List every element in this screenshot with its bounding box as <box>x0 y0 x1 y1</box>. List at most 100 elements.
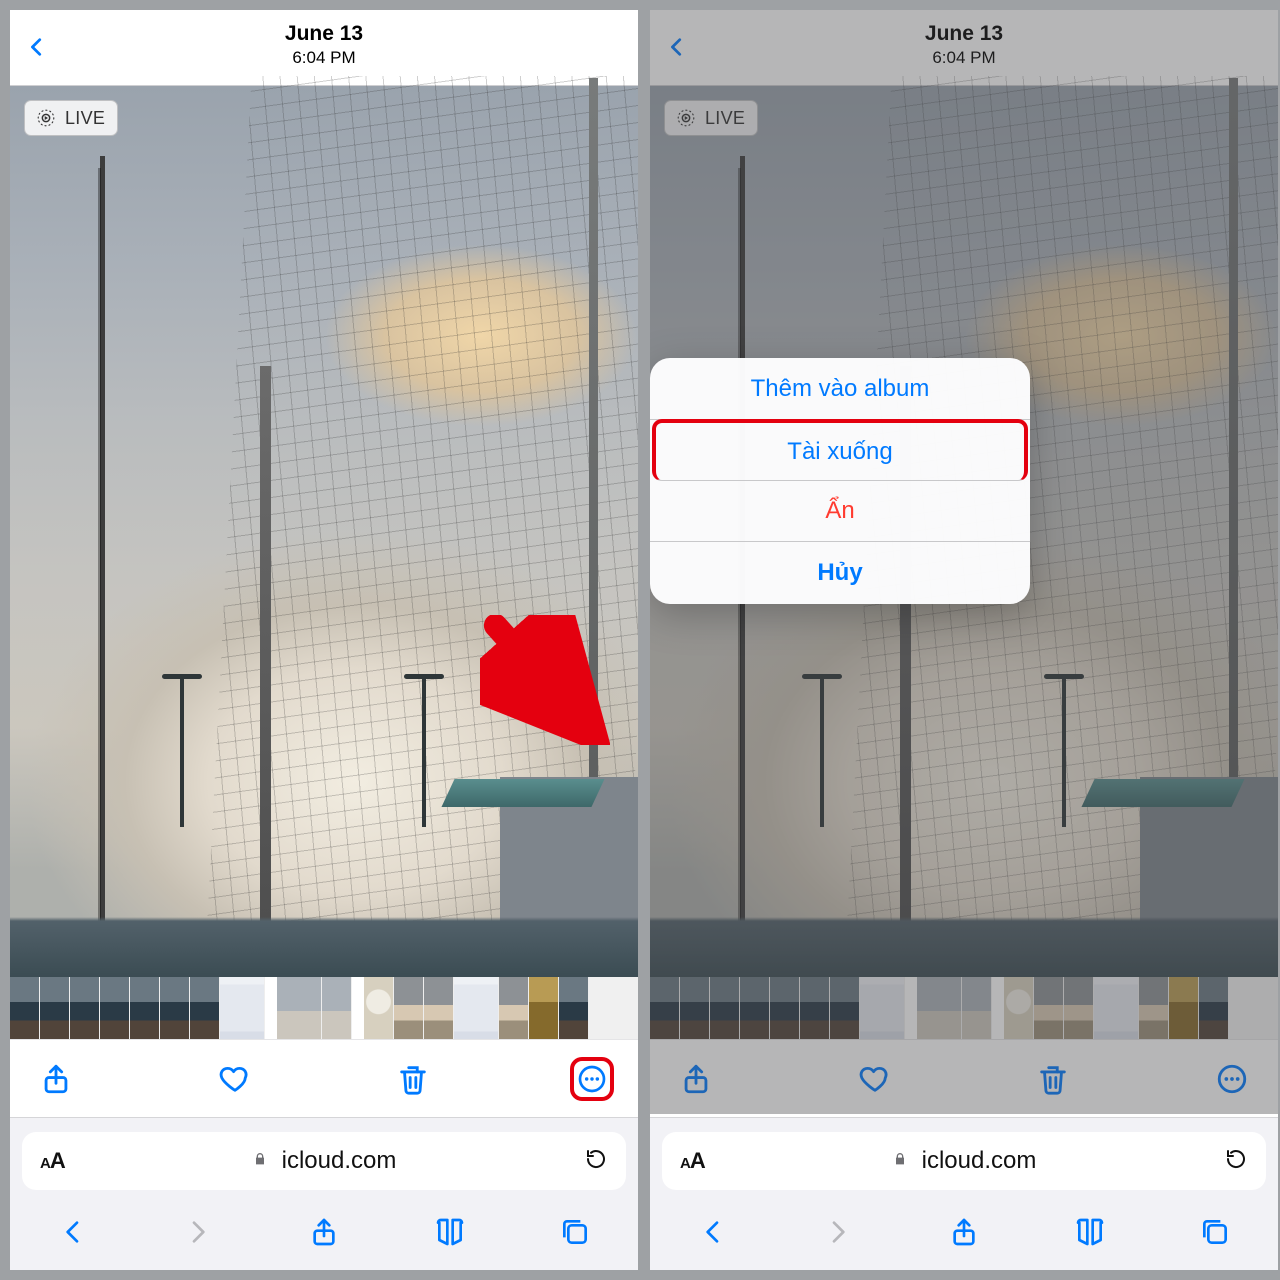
thumbnail[interactable] <box>830 977 860 1039</box>
safari-bookmarks-button[interactable] <box>1065 1212 1115 1252</box>
more-icon <box>576 1062 608 1096</box>
url-host: icloud.com <box>282 1147 397 1175</box>
thumbnail[interactable] <box>499 977 529 1039</box>
safari-tabs-icon <box>559 1216 591 1248</box>
sheet-hide[interactable]: Ẩn <box>650 480 1030 542</box>
photo-content <box>10 86 638 977</box>
screenshot-left: June 13 6:04 PM LIVE <box>10 10 638 1270</box>
thumbnail[interactable] <box>962 977 992 1039</box>
live-photo-badge[interactable]: LIVE <box>24 100 118 136</box>
thumbnail[interactable] <box>1034 977 1064 1039</box>
safari-share-button[interactable] <box>939 1212 989 1252</box>
photo-viewport[interactable]: LIVE <box>10 86 638 977</box>
more-button[interactable] <box>1210 1057 1254 1101</box>
sheet-add-to-album[interactable]: Thêm vào album <box>650 358 1030 420</box>
thumbnail[interactable] <box>1139 977 1169 1039</box>
thumbnail-current[interactable] <box>277 977 322 1039</box>
thumbnail[interactable] <box>424 977 454 1039</box>
photo-viewer-header: June 13 6:04 PM <box>10 10 638 86</box>
thumbnail[interactable] <box>10 977 40 1039</box>
favorite-button[interactable] <box>213 1057 257 1101</box>
back-button[interactable] <box>18 20 56 81</box>
safari-back-icon <box>57 1216 89 1248</box>
thumbnail[interactable] <box>1199 977 1229 1039</box>
thumbnail[interactable] <box>1064 977 1094 1039</box>
thumbnail[interactable] <box>770 977 800 1039</box>
safari-address-bar[interactable]: AA icloud.com <box>22 1132 626 1190</box>
favorite-button[interactable] <box>853 1057 897 1101</box>
safari-tabs-button[interactable] <box>550 1212 600 1252</box>
live-badge-label: LIVE <box>705 108 745 129</box>
safari-bookmarks-icon <box>434 1216 466 1248</box>
thumbnail[interactable] <box>130 977 160 1039</box>
back-button[interactable] <box>658 20 696 81</box>
more-button[interactable] <box>570 1057 614 1101</box>
reload-button[interactable] <box>584 1147 608 1176</box>
share-icon <box>679 1062 713 1096</box>
safari-bookmarks-button[interactable] <box>425 1212 475 1252</box>
url-host: icloud.com <box>922 1147 1037 1175</box>
thumbnail[interactable] <box>650 977 680 1039</box>
safari-address-bar[interactable]: AA icloud.com <box>662 1132 1266 1190</box>
trash-icon <box>396 1062 430 1096</box>
heart-icon <box>858 1062 892 1096</box>
delete-button[interactable] <box>391 1057 435 1101</box>
photo-action-bar <box>10 1039 638 1117</box>
thumbnail[interactable] <box>322 977 352 1039</box>
thumbnail-current[interactable] <box>917 977 962 1039</box>
thumbnail[interactable] <box>40 977 70 1039</box>
safari-back-button[interactable] <box>688 1212 738 1252</box>
share-button[interactable] <box>34 1057 78 1101</box>
safari-address-bar-container: AA icloud.com <box>650 1117 1278 1198</box>
thumbnail[interactable] <box>800 977 830 1039</box>
thumbnail[interactable] <box>160 977 190 1039</box>
header-date: June 13 <box>10 10 638 46</box>
thumbnail[interactable] <box>1004 977 1034 1039</box>
thumbnail[interactable] <box>394 977 424 1039</box>
sheet-download[interactable]: Tài xuống <box>652 419 1028 481</box>
safari-tabs-button[interactable] <box>1190 1212 1240 1252</box>
back-chevron-icon <box>26 28 48 66</box>
more-icon <box>1215 1062 1249 1096</box>
thumbnail[interactable] <box>559 977 589 1039</box>
thumbnail[interactable] <box>70 977 100 1039</box>
reload-button[interactable] <box>1224 1147 1248 1176</box>
delete-button[interactable] <box>1031 1057 1075 1101</box>
thumbnail[interactable] <box>529 977 559 1039</box>
thumbnail[interactable] <box>710 977 740 1039</box>
thumbnail[interactable] <box>1169 977 1199 1039</box>
thumbnail[interactable] <box>364 977 394 1039</box>
live-photo-badge[interactable]: LIVE <box>664 100 758 136</box>
thumbnail[interactable] <box>740 977 770 1039</box>
safari-back-button[interactable] <box>48 1212 98 1252</box>
trash-icon <box>1036 1062 1070 1096</box>
safari-share-icon <box>948 1216 980 1248</box>
text-size-button[interactable]: AA <box>680 1148 705 1174</box>
thumbnail[interactable] <box>454 977 499 1039</box>
thumbnail[interactable] <box>100 977 130 1039</box>
sheet-cancel[interactable]: Hủy <box>650 542 1030 604</box>
thumbnail[interactable] <box>190 977 220 1039</box>
safari-tabs-icon <box>1199 1216 1231 1248</box>
safari-share-button[interactable] <box>299 1212 349 1252</box>
lock-icon <box>252 1151 268 1172</box>
thumbnail[interactable] <box>1094 977 1139 1039</box>
thumbnail-strip[interactable] <box>10 977 638 1039</box>
thumbnail[interactable] <box>220 977 265 1039</box>
thumbnail-strip[interactable] <box>650 977 1278 1039</box>
screenshot-right: June 13 6:04 PM LIVE <box>650 10 1278 1270</box>
thumbnail[interactable] <box>860 977 905 1039</box>
live-badge-label: LIVE <box>65 108 105 129</box>
share-icon <box>39 1062 73 1096</box>
text-size-button[interactable]: AA <box>40 1148 65 1174</box>
lock-icon <box>892 1151 908 1172</box>
safari-forward-icon <box>822 1216 854 1248</box>
share-button[interactable] <box>674 1057 718 1101</box>
safari-forward-button <box>173 1212 223 1252</box>
thumbnail[interactable] <box>680 977 710 1039</box>
live-photo-icon <box>35 107 57 129</box>
header-time: 6:04 PM <box>10 48 638 68</box>
safari-share-icon <box>308 1216 340 1248</box>
heart-icon <box>218 1062 252 1096</box>
header-date: June 13 <box>650 10 1278 46</box>
